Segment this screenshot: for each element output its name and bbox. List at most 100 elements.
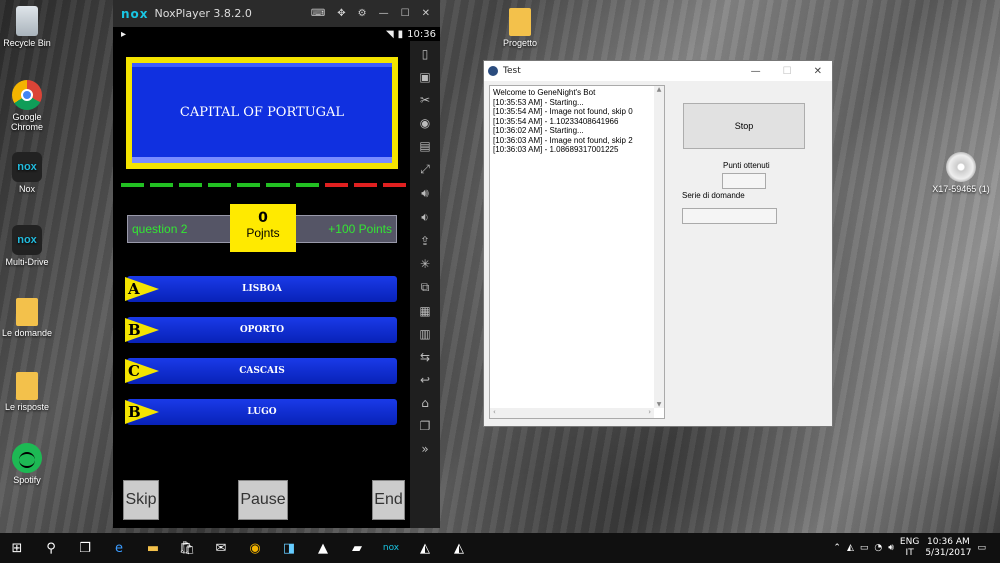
- skip-button[interactable]: Skip: [123, 480, 159, 520]
- minimize-icon[interactable]: —: [751, 66, 761, 77]
- desktop-icon-nox[interactable]: nox Nox: [0, 152, 57, 194]
- task-view-icon[interactable]: ❐: [74, 537, 96, 559]
- desktop-icon-spotify[interactable]: Spotify: [0, 443, 57, 485]
- network-icon[interactable]: ◔: [874, 543, 882, 553]
- language-indicator[interactable]: ENG IT: [900, 537, 919, 559]
- system-tray: ⌃ ◭ ▭ ◔ 🔊︎ ENG IT 10:36 AM 5/31/2017 ▭: [833, 537, 1000, 559]
- start-icon[interactable]: ⊞: [6, 537, 28, 559]
- pause-button[interactable]: Pause: [238, 480, 288, 520]
- nox-window-title: NoxPlayer 3.8.2.0: [154, 7, 252, 20]
- close-icon[interactable]: ✕: [814, 66, 822, 77]
- photos-icon[interactable]: ▲: [312, 537, 334, 559]
- answer-option-4[interactable]: B LUGO: [125, 399, 397, 425]
- chrome-icon: [12, 80, 42, 110]
- score-box: 0 Pojnts: [230, 204, 296, 252]
- shake-icon[interactable]: ⇆: [420, 350, 430, 364]
- settings-icon[interactable]: ⚙: [358, 8, 367, 19]
- maximize-icon[interactable]: ☐: [783, 66, 792, 77]
- phone-icon[interactable]: ▯: [422, 47, 429, 61]
- loading-icon[interactable]: ✳: [420, 257, 430, 271]
- desktop-icon-multi-drive[interactable]: nox Multi-Drive: [0, 225, 57, 267]
- log-line: [10:35:54 AM] - 1.10233408641966: [493, 116, 619, 126]
- answer-option-1[interactable]: A LISBOA: [125, 276, 397, 302]
- log-line: [10:36:02 AM] - Starting...: [493, 126, 584, 135]
- test2-taskbar-icon[interactable]: ◭: [448, 537, 470, 559]
- store-icon[interactable]: 🛍︎: [176, 537, 198, 559]
- android-status-bar: ▸ ◥ ▮ 10:36: [113, 27, 440, 41]
- volume-down-icon[interactable]: 🔉︎: [421, 210, 429, 225]
- stop-button[interactable]: Stop: [683, 103, 805, 149]
- recycle-bin-icon: [16, 6, 38, 36]
- home-icon[interactable]: ⌂: [421, 396, 429, 410]
- screen-icon[interactable]: ▤: [419, 139, 430, 153]
- log-lines: Welcome to GeneNight's Bot [10:35:53 AM] …: [490, 86, 664, 157]
- fullscreen-icon[interactable]: ⤢: [420, 162, 430, 177]
- score-value: 0: [258, 210, 268, 226]
- desktop-icon-iso[interactable]: X17-59465 (1): [928, 152, 994, 194]
- location-icon[interactable]: ◉: [420, 116, 430, 130]
- keyboard-icon[interactable]: ⌨: [311, 8, 325, 19]
- answer-letter: A: [125, 277, 159, 301]
- nox-title-bar[interactable]: nox NoxPlayer 3.8.2.0 ⌨ ✥ ⚙ — ☐ ✕: [113, 0, 440, 27]
- taskbar: ⊞ ⚲ ❐ e ▬ 🛍︎ ✉ ◉ ◨ ▲ ▰ nox ◭ ◭ ⌃ ◭ ▭ ◔ 🔊…: [0, 533, 1000, 563]
- record-icon[interactable]: ▦: [419, 304, 430, 318]
- timer-segment: [266, 183, 290, 187]
- pin-icon[interactable]: ✥: [337, 8, 345, 19]
- question-panel: CAPITAL OF PORTUGAL: [126, 57, 398, 169]
- usb-icon[interactable]: ▰: [346, 537, 368, 559]
- answer-option-3[interactable]: C CASCAIS: [125, 358, 397, 384]
- game-screen[interactable]: CAPITAL OF PORTUGAL question 2 +100 Poin…: [113, 41, 410, 528]
- chrome-taskbar-icon[interactable]: ◉: [244, 537, 266, 559]
- maximize-icon[interactable]: ☐: [401, 8, 410, 19]
- app-taskbar-icon[interactable]: ◨: [278, 537, 300, 559]
- answer-option-2[interactable]: B OPORTO: [125, 317, 397, 343]
- vertical-scrollbar[interactable]: ▲ ▼: [654, 86, 664, 408]
- score-label: Pojnts: [246, 226, 280, 240]
- chevron-up-icon[interactable]: ⌃: [833, 543, 841, 553]
- series-progress-bar: [682, 208, 777, 224]
- timer-segment: [324, 183, 348, 187]
- test-window[interactable]: Test — ☐ ✕ Welcome to GeneNight's Bot [10…: [483, 60, 833, 427]
- multi-instance-icon[interactable]: ⧉: [421, 280, 430, 295]
- question-text: CAPITAL OF PORTUGAL: [132, 63, 392, 163]
- desktop-icon-recycle-bin[interactable]: Recycle Bin: [0, 6, 57, 48]
- search-icon[interactable]: ⚲: [40, 537, 62, 559]
- desktop-icon-chrome[interactable]: Google Chrome: [0, 80, 57, 132]
- file-explorer-icon[interactable]: ▬: [142, 537, 164, 559]
- apk-icon[interactable]: ⇪: [420, 234, 430, 248]
- more-icon[interactable]: »: [421, 442, 428, 456]
- bonus-points: +100 Points: [328, 222, 392, 236]
- minimize-icon[interactable]: —: [379, 8, 389, 19]
- volume-up-icon[interactable]: 🔊︎: [421, 186, 429, 201]
- horizontal-scrollbar[interactable]: ‹ ›: [490, 408, 654, 418]
- log-listbox[interactable]: Welcome to GeneNight's Bot [10:35:53 AM] …: [489, 85, 665, 419]
- app-icon[interactable]: ▣: [419, 70, 430, 84]
- scissors-icon[interactable]: ✂: [420, 93, 430, 107]
- nox-player-window[interactable]: nox NoxPlayer 3.8.2.0 ⌨ ✥ ⚙ — ☐ ✕ ▸ ◥ ▮ …: [113, 0, 440, 528]
- desktop-icon-le-risposte[interactable]: Le risposte: [0, 372, 57, 412]
- mail-icon[interactable]: ✉: [210, 537, 232, 559]
- tray-app-icon[interactable]: ◭: [847, 543, 854, 553]
- desktop-icon-progetto[interactable]: Progetto: [490, 8, 550, 48]
- edge-icon[interactable]: e: [108, 537, 130, 559]
- answer-text: CASCAIS: [239, 366, 285, 376]
- files-icon[interactable]: ▥: [419, 327, 430, 341]
- end-button[interactable]: End: [372, 480, 405, 520]
- back-icon[interactable]: ↩: [420, 373, 430, 387]
- recent-apps-icon[interactable]: ❐: [420, 419, 431, 433]
- clock[interactable]: 10:36 AM 5/31/2017: [925, 537, 971, 559]
- test-title-bar[interactable]: Test — ☐ ✕: [484, 61, 832, 81]
- nox-taskbar-icon[interactable]: nox: [380, 537, 402, 559]
- battery-icon[interactable]: ▭: [860, 543, 869, 553]
- close-icon[interactable]: ✕: [422, 8, 430, 19]
- timer-segment: [353, 183, 377, 187]
- test-taskbar-icon[interactable]: ◭: [414, 537, 436, 559]
- timer-bar: [121, 183, 406, 188]
- nox-toolbar: ▯ ▣ ✂ ◉ ▤ ⤢ 🔊︎ 🔉︎ ⇪ ✳ ⧉ ▦ ▥ ⇆ ↩ ⌂ ❐ »: [410, 41, 440, 528]
- volume-icon[interactable]: 🔊︎: [888, 543, 894, 553]
- timer-segment: [121, 183, 145, 187]
- timer-segment: [382, 183, 406, 187]
- notification-icon[interactable]: ▭: [977, 543, 986, 553]
- log-line: [10:35:54 AM] - Image not found, skip 0: [493, 107, 633, 116]
- desktop-icon-le-domande[interactable]: Le domande: [0, 298, 57, 338]
